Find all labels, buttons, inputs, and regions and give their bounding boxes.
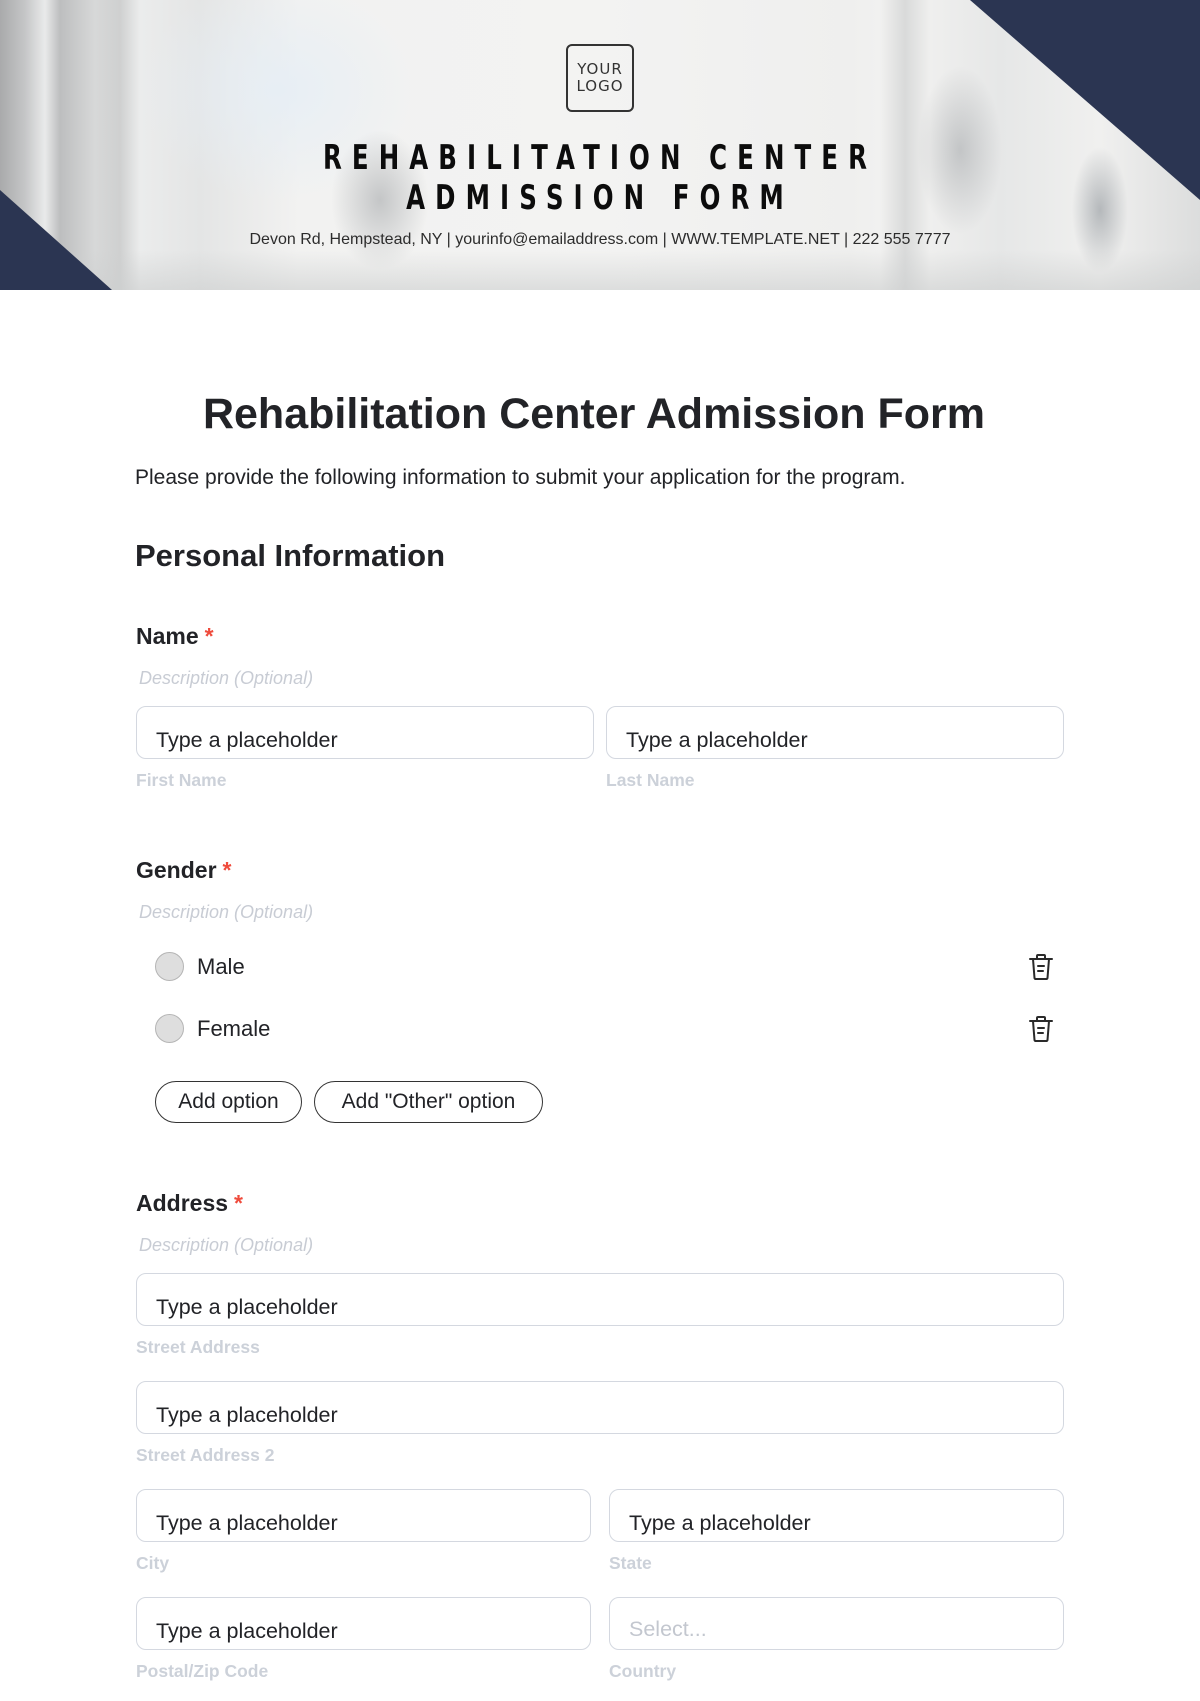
city-input[interactable]: Type a placeholder [136, 1489, 591, 1542]
contact-info: Devon Rd, Hempstead, NY | yourinfo@email… [249, 231, 951, 248]
street-address-2-sublabel: Street Address 2 [136, 1445, 275, 1465]
gender-description[interactable]: Description (Optional) [139, 902, 313, 923]
first-name-sublabel: First Name [136, 770, 227, 790]
last-name-sublabel: Last Name [606, 770, 695, 790]
delete-option-female-trash-icon[interactable] [1028, 1015, 1054, 1043]
state-sublabel: State [609, 1553, 652, 1573]
header-banner: YOUR LOGO REHABILITATION CENTER ADMISSIO… [0, 0, 1200, 290]
country-sublabel: Country [609, 1661, 677, 1681]
street-address-sublabel: Street Address [136, 1337, 260, 1357]
state-input[interactable]: Type a placeholder [609, 1489, 1064, 1542]
gender-label-text: Gender [136, 857, 217, 883]
form-intro: Please provide the following information… [135, 466, 906, 489]
radio-button[interactable] [155, 1014, 184, 1043]
logo-text-line1: YOUR [577, 60, 623, 78]
first-name-input[interactable]: Type a placeholder [136, 706, 594, 759]
name-label-text: Name [136, 623, 199, 649]
last-name-input[interactable]: Type a placeholder [606, 706, 1064, 759]
logo-placeholder: YOUR LOGO [566, 44, 634, 112]
name-description[interactable]: Description (Optional) [139, 668, 313, 689]
address-label-text: Address [136, 1190, 229, 1216]
postal-code-sublabel: Postal/Zip Code [136, 1661, 269, 1681]
gender-question-label: Gender * [136, 857, 231, 884]
gender-option-male[interactable]: Male [155, 952, 245, 981]
banner-title-line2: ADMISSION FORM [406, 178, 794, 218]
street-address-2-input[interactable]: Type a placeholder [136, 1381, 1064, 1434]
logo-text-line2: LOGO [576, 77, 624, 95]
option-label: Female [197, 1015, 271, 1041]
city-sublabel: City [136, 1553, 170, 1573]
address-question-label: Address * [136, 1190, 243, 1217]
gender-option-female[interactable]: Female [155, 1014, 270, 1043]
banner-title: REHABILITATION CENTER ADMISSION FORM [168, 138, 1032, 218]
postal-code-input[interactable]: Type a placeholder [136, 1597, 591, 1650]
radio-button[interactable] [155, 952, 184, 981]
section-title-personal-information: Personal Information [135, 538, 446, 573]
required-marker: * [234, 1190, 243, 1216]
option-label: Male [197, 953, 245, 979]
country-select[interactable]: Select... [609, 1597, 1064, 1650]
required-marker: * [222, 857, 232, 883]
add-option-button[interactable]: Add option [155, 1081, 302, 1123]
street-address-input[interactable]: Type a placeholder [136, 1273, 1064, 1326]
form-title: Rehabilitation Center Admission Form [202, 390, 986, 438]
add-other-option-button[interactable]: Add "Other" option [314, 1081, 543, 1123]
banner-title-line1: REHABILITATION CENTER [322, 138, 878, 178]
delete-option-male-trash-icon[interactable] [1028, 953, 1054, 981]
address-description[interactable]: Description (Optional) [139, 1235, 313, 1256]
name-question-label: Name * [136, 623, 214, 650]
required-marker: * [204, 623, 214, 649]
